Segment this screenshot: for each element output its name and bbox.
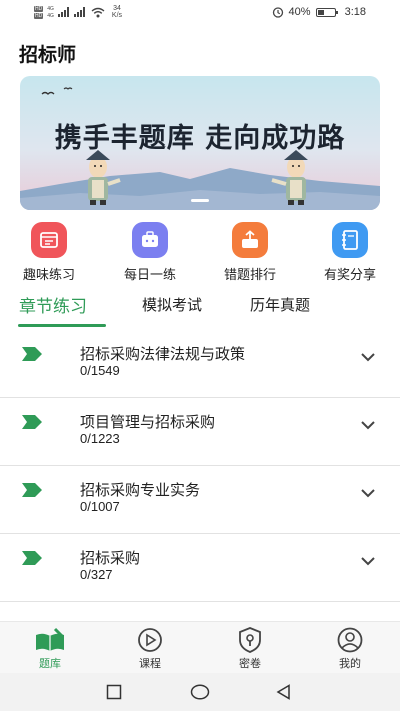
nav-label: 我的 bbox=[339, 658, 361, 670]
sim2-label: HD bbox=[34, 12, 44, 19]
briefcase-icon bbox=[132, 222, 168, 258]
speed-value: 34 bbox=[113, 5, 121, 12]
recents-icon[interactable] bbox=[106, 684, 122, 700]
quick-action-label: 错题排行 bbox=[223, 267, 276, 282]
chevron-down-icon[interactable] bbox=[360, 488, 376, 498]
status-left: HD HD 4G 4G 34 K/s bbox=[34, 5, 122, 19]
signal-icon bbox=[57, 7, 69, 17]
chevron-down-icon[interactable] bbox=[360, 420, 376, 430]
net1-label: 4G bbox=[47, 5, 54, 12]
carousel-indicator bbox=[191, 199, 209, 202]
user-icon bbox=[337, 627, 363, 653]
sim-indicator: HD HD bbox=[34, 5, 44, 19]
net2-label: 4G bbox=[47, 12, 54, 19]
tab-mock-exam[interactable]: 模拟考试 bbox=[142, 294, 202, 315]
quick-action-label: 每日一练 bbox=[123, 267, 176, 282]
chapter-title: 招标采购法律法规与政策 bbox=[80, 346, 246, 363]
quick-action-reward-share[interactable]: 有奖分享 bbox=[310, 222, 390, 283]
lock-shield-icon bbox=[239, 627, 261, 653]
play-icon bbox=[138, 628, 162, 652]
alarm-icon bbox=[272, 7, 283, 18]
nav-label: 密卷 bbox=[239, 658, 261, 670]
calendar-icon bbox=[31, 222, 67, 258]
chapter-list: 招标采购法律法规与政策 0/1549 项目管理与招标采购 0/1223 招标采购… bbox=[0, 330, 400, 602]
nav-label: 题库 bbox=[39, 658, 61, 670]
battery-percent: 40% bbox=[288, 6, 311, 18]
notebook-icon bbox=[332, 222, 368, 258]
wifi-icon bbox=[91, 7, 105, 17]
signal-icon bbox=[73, 7, 85, 17]
nav-label: 课程 bbox=[139, 658, 161, 670]
chapter-progress: 0/327 bbox=[80, 567, 113, 582]
list-item[interactable]: 招标采购法律法规与政策 0/1549 bbox=[0, 330, 400, 398]
quick-action-daily-practice[interactable]: 每日一练 bbox=[110, 222, 190, 283]
chapter-title: 招标采购专业实务 bbox=[80, 482, 201, 499]
tab-past-papers[interactable]: 历年真题 bbox=[250, 294, 310, 315]
quick-actions: 趣味练习 每日一练 错题排行 有奖分享 bbox=[0, 222, 400, 284]
status-bar: HD HD 4G 4G 34 K/s 40% 3:18 bbox=[0, 0, 400, 26]
network-speed: 34 K/s bbox=[112, 5, 122, 19]
chapter-progress: 0/1549 bbox=[80, 363, 120, 378]
tab-chapter-practice[interactable]: 章节练习 bbox=[19, 292, 87, 317]
list-item[interactable]: 招标采购专业实务 0/1007 bbox=[0, 466, 400, 534]
chevron-down-icon[interactable] bbox=[360, 556, 376, 566]
bottom-nav: 题库 课程 密卷 我的 bbox=[0, 621, 400, 673]
active-tab-indicator bbox=[18, 324, 106, 327]
page-title: 招标师 bbox=[19, 45, 77, 66]
system-nav-bar bbox=[0, 673, 400, 711]
list-item[interactable]: 招标采购 0/327 bbox=[0, 534, 400, 602]
chapter-title: 项目管理与招标采购 bbox=[80, 414, 216, 431]
promo-banner[interactable]: 携手丰题库 走向成功路 bbox=[20, 76, 380, 210]
flag-icon bbox=[22, 483, 42, 497]
battery-icon bbox=[315, 7, 338, 17]
flag-icon bbox=[22, 347, 42, 361]
sim1-label: HD bbox=[34, 5, 44, 12]
chevron-down-icon[interactable] bbox=[360, 352, 376, 362]
export-icon bbox=[232, 222, 268, 258]
banner-slogan: 携手丰题库 走向成功路 bbox=[54, 123, 346, 154]
chapter-progress: 0/1007 bbox=[80, 499, 120, 514]
speed-unit: K/s bbox=[111, 12, 123, 19]
list-item[interactable]: 项目管理与招标采购 0/1223 bbox=[0, 398, 400, 466]
network-type: 4G 4G bbox=[46, 6, 55, 19]
nav-question-bank[interactable]: 题库 bbox=[20, 627, 80, 671]
nav-courses[interactable]: 课程 bbox=[120, 627, 180, 671]
flag-icon bbox=[22, 551, 42, 565]
status-right: 40% 3:18 bbox=[272, 6, 366, 18]
home-icon[interactable] bbox=[190, 684, 210, 700]
chapter-progress: 0/1223 bbox=[80, 431, 120, 446]
nav-secret-papers[interactable]: 密卷 bbox=[220, 627, 280, 671]
clock: 3:18 bbox=[344, 6, 366, 18]
quick-action-label: 趣味练习 bbox=[22, 267, 75, 282]
quick-action-wrong-rank[interactable]: 错题排行 bbox=[210, 222, 290, 283]
practice-tabs: 章节练习 模拟考试 历年真题 bbox=[0, 290, 400, 330]
flag-icon bbox=[22, 415, 42, 429]
book-icon bbox=[36, 627, 65, 651]
chapter-title: 招标采购 bbox=[80, 550, 141, 567]
back-icon[interactable] bbox=[276, 684, 292, 700]
quick-action-fun-practice[interactable]: 趣味练习 bbox=[9, 222, 89, 283]
quick-action-label: 有奖分享 bbox=[323, 267, 376, 282]
nav-profile[interactable]: 我的 bbox=[320, 627, 380, 671]
battery-fill bbox=[317, 9, 324, 15]
